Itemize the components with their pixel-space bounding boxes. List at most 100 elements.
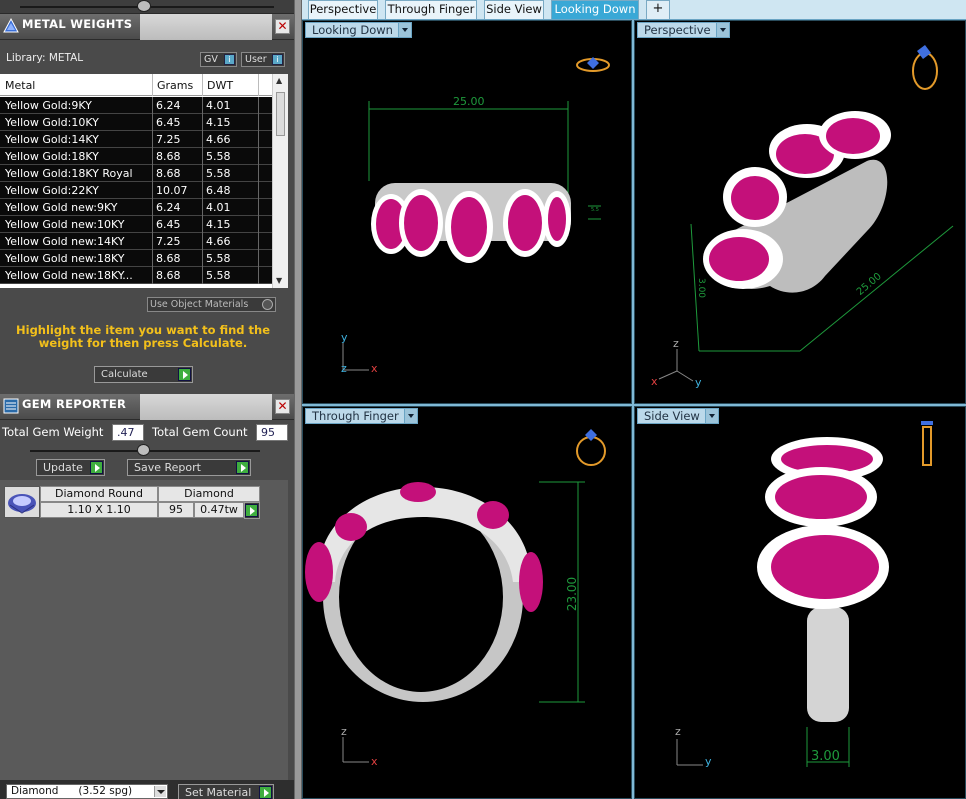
cell-dwt: 4.01	[206, 99, 231, 112]
gem-go-button[interactable]	[244, 502, 260, 519]
table-row[interactable]: Yellow Gold new:9KY 6.24 4.01	[0, 199, 272, 216]
cell-grams: 6.24	[156, 99, 181, 112]
scroll-down-icon[interactable]: ▼	[276, 276, 282, 285]
use-object-materials-button[interactable]: Use Object Materials	[147, 297, 276, 312]
panel-splitter[interactable]	[294, 0, 302, 799]
tab-looking-down[interactable]: Looking Down	[551, 0, 639, 19]
diamond-round-icon	[8, 494, 36, 514]
splitter-knob[interactable]	[137, 0, 151, 12]
gem-size: 1.10 X 1.10	[40, 502, 158, 518]
chevron-down-icon	[154, 786, 166, 797]
play-icon	[259, 786, 272, 799]
save-report-button[interactable]: Save Report	[127, 459, 251, 476]
table-row[interactable]: Yellow Gold:10KY 6.45 4.15	[0, 114, 272, 131]
cell-dwt: 4.66	[206, 133, 231, 146]
tab-side-view[interactable]: Side View	[484, 0, 544, 19]
chevron-down-icon	[397, 23, 411, 37]
cell-dwt: 5.58	[206, 167, 231, 180]
table-row[interactable]: Yellow Gold:18KY Royal 8.68 5.58	[0, 165, 272, 182]
cell-divider	[258, 233, 259, 250]
viewport-perspective[interactable]: Perspective 25.00 3.00 z x y	[634, 20, 966, 404]
table-row[interactable]: Yellow Gold:14KY 7.25 4.66	[0, 131, 272, 148]
table-scrollbar[interactable]: ▲ ▼	[272, 74, 288, 288]
top-splitter[interactable]	[0, 0, 294, 14]
metal-weights-header: METAL WEIGHTS ✕	[0, 14, 294, 40]
column-header[interactable]: Metal	[5, 79, 35, 92]
instruction-text: Highlight the item you want to find the …	[16, 323, 270, 350]
gv-toggle[interactable]: GV i	[200, 52, 237, 67]
total-count-label: Total Gem Count	[152, 425, 248, 439]
viewport-looking-down[interactable]: Looking Down 25.00 5.5 y z x	[302, 20, 632, 404]
scroll-up-icon[interactable]: ▲	[276, 76, 282, 85]
table-row[interactable]: Yellow Gold new:10KY 6.45 4.15	[0, 216, 272, 233]
cell-metal: Yellow Gold:9KY	[5, 99, 92, 112]
through-finger-render	[305, 429, 606, 763]
gem-thumbnail[interactable]	[4, 486, 40, 518]
viewport-menu[interactable]: Through Finger	[305, 408, 418, 424]
viewport-label: Looking Down	[312, 23, 393, 37]
close-icon[interactable]: ✕	[275, 399, 290, 414]
chevron-down-icon	[715, 23, 729, 37]
gv-label: GV	[204, 54, 218, 65]
column-header[interactable]: Grams	[157, 79, 193, 92]
viewport-menu[interactable]: Perspective	[637, 22, 730, 38]
cell-dwt: 5.58	[206, 150, 231, 163]
gem-list: Diamond Round Diamond 1.10 X 1.10 95 0.4…	[0, 480, 288, 780]
scroll-thumb[interactable]	[276, 92, 285, 136]
close-icon[interactable]: ✕	[275, 19, 290, 34]
cell-divider	[152, 148, 153, 165]
axis-z-label: z	[673, 337, 679, 350]
cell-grams: 7.25	[156, 235, 181, 248]
cell-divider	[202, 267, 203, 284]
calculate-button[interactable]: Calculate	[94, 366, 193, 383]
ring-perspective-icon	[912, 45, 938, 90]
table-header: Metal Grams DWT	[0, 74, 272, 96]
cell-divider	[152, 267, 153, 284]
cell-divider	[202, 216, 203, 233]
cell-divider	[202, 114, 203, 131]
perspective-render	[658, 45, 954, 382]
viewport-label: Side View	[644, 409, 700, 423]
ring-top-icon	[576, 57, 610, 72]
cell-divider	[202, 233, 203, 250]
cell-dwt: 5.58	[206, 269, 231, 282]
table-row[interactable]: Yellow Gold new:18KY... 8.68 5.58	[0, 267, 272, 284]
cell-divider	[258, 131, 259, 148]
viewport-menu[interactable]: Side View	[637, 408, 719, 424]
user-label: User	[245, 54, 267, 65]
gem-splitter-knob[interactable]	[137, 444, 150, 456]
cell-metal: Yellow Gold new:18KY	[5, 252, 125, 265]
set-material-button[interactable]: Set Material	[178, 784, 274, 799]
update-button[interactable]: Update	[36, 459, 105, 476]
table-row[interactable]: Yellow Gold new:14KY 7.25 4.66	[0, 233, 272, 250]
viewport-side-view[interactable]: Side View 3.00 z y	[634, 406, 966, 799]
axis-z-label: z	[341, 725, 347, 738]
axis-z-label: z	[675, 725, 681, 738]
cell-metal: Yellow Gold new:9KY	[5, 201, 118, 214]
tab-through-finger[interactable]: Through Finger	[385, 0, 477, 19]
cell-divider	[152, 216, 153, 233]
dimension-label: 25.00	[453, 95, 485, 108]
cell-metal: Yellow Gold:10KY	[5, 116, 99, 129]
tab-perspective[interactable]: Perspective	[308, 0, 378, 19]
looking-down-render	[342, 57, 610, 371]
viewport-menu[interactable]: Looking Down	[305, 22, 412, 38]
dimension-label: 3.00	[811, 749, 840, 764]
table-row[interactable]: Yellow Gold:18KY 8.68 5.58	[0, 148, 272, 165]
column-header[interactable]: DWT	[207, 79, 233, 92]
left-panel: METAL WEIGHTS ✕ Library: METAL GV i User…	[0, 0, 294, 799]
cell-divider	[202, 199, 203, 216]
axis-x-label: x	[371, 755, 378, 768]
cell-divider	[258, 97, 259, 114]
table-row[interactable]: Yellow Gold new:18KY 8.68 5.58	[0, 250, 272, 267]
header-tab-area	[140, 394, 272, 420]
user-toggle[interactable]: User i	[241, 52, 285, 67]
dimension-label: 3.00	[696, 277, 707, 299]
material-select[interactable]: Diamond (3.52 spg)	[6, 784, 168, 799]
viewport-through-finger[interactable]: Through Finger 23.00 z x	[302, 406, 632, 799]
axis-x-label: x	[371, 362, 378, 375]
add-tab-button[interactable]: +	[646, 0, 670, 19]
table-row[interactable]: Yellow Gold:9KY 6.24 4.01	[0, 97, 272, 114]
cell-divider	[258, 216, 259, 233]
table-row[interactable]: Yellow Gold:22KY 10.07 6.48	[0, 182, 272, 199]
